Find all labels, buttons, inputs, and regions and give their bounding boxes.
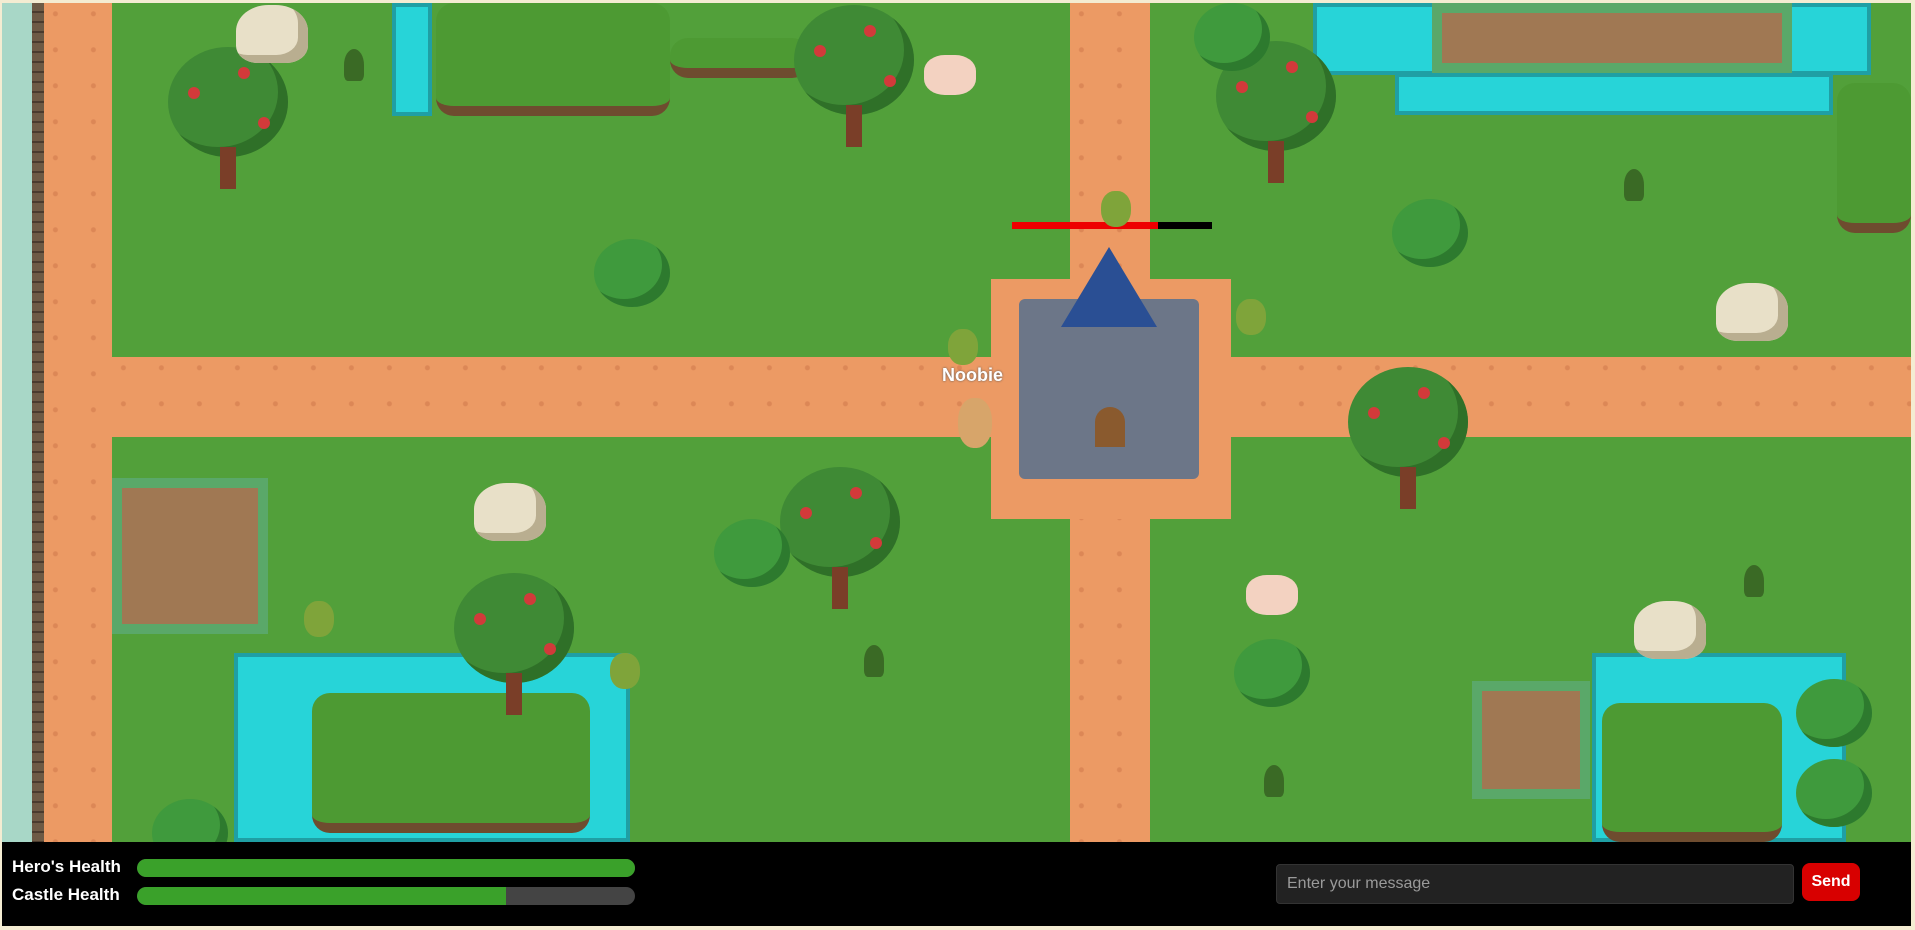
bush — [594, 239, 670, 307]
fruit-tree — [1348, 367, 1468, 517]
hero-health-label: Hero's Health — [12, 857, 121, 876]
bush — [1194, 3, 1270, 71]
bush — [1796, 759, 1872, 827]
dirt-patch — [112, 478, 268, 634]
sapling — [1264, 765, 1284, 797]
cliff-plateau — [1602, 703, 1782, 842]
chat-message-input[interactable] — [1276, 864, 1794, 904]
enemy-health-fill — [1012, 222, 1158, 229]
bush — [1392, 199, 1468, 267]
bush — [714, 519, 790, 587]
hero-health-bar — [137, 859, 635, 877]
boulder — [1634, 601, 1706, 659]
castle-door — [1095, 407, 1125, 447]
send-button[interactable]: Send — [1802, 863, 1860, 901]
sapling — [864, 645, 884, 677]
sapling — [344, 49, 364, 81]
player-name-tag: Noobie — [942, 365, 1003, 385]
bush — [1234, 639, 1310, 707]
bush — [152, 799, 228, 842]
dirt-patch — [1432, 3, 1792, 73]
stone-wall — [32, 3, 44, 842]
game-map[interactable]: Noobie — [2, 3, 1911, 842]
bush — [1796, 679, 1872, 747]
hero-health-fill — [137, 859, 635, 877]
goblin-enemy[interactable] — [948, 329, 978, 365]
cow[interactable] — [1246, 575, 1298, 615]
castle-health-fill — [137, 887, 506, 905]
fruit-tree — [780, 467, 900, 617]
road-vertical-left — [44, 3, 112, 842]
castle-roof — [1061, 247, 1157, 327]
shoreline — [2, 3, 32, 842]
cliff-ledge — [670, 38, 810, 78]
sapling — [1744, 565, 1764, 597]
goblin-enemy[interactable] — [1236, 299, 1266, 335]
castle-health-label: Castle Health — [12, 885, 120, 904]
sapling — [1624, 169, 1644, 201]
dirt-patch — [1472, 681, 1590, 799]
goblin-enemy[interactable] — [1101, 191, 1131, 227]
goblin-enemy[interactable] — [610, 653, 640, 689]
cow[interactable] — [924, 55, 976, 95]
water-pond — [392, 3, 432, 116]
fruit-tree — [454, 573, 574, 723]
fruit-tree — [168, 47, 288, 197]
castle-health-bar — [137, 887, 635, 905]
water-pond — [1395, 73, 1833, 115]
game-frame: Noobie Hero's Health Castle Health Send — [0, 0, 1915, 930]
boulder — [474, 483, 546, 541]
boulder — [1716, 283, 1788, 341]
cliff-plateau — [436, 3, 670, 116]
boulder — [236, 5, 308, 63]
hero-character[interactable] — [958, 398, 992, 448]
goblin-enemy[interactable] — [304, 601, 334, 637]
cliff-plateau — [1837, 83, 1911, 233]
fruit-tree — [794, 5, 914, 155]
hud-bar: Hero's Health Castle Health Send — [2, 842, 1911, 926]
castle[interactable] — [991, 247, 1231, 519]
